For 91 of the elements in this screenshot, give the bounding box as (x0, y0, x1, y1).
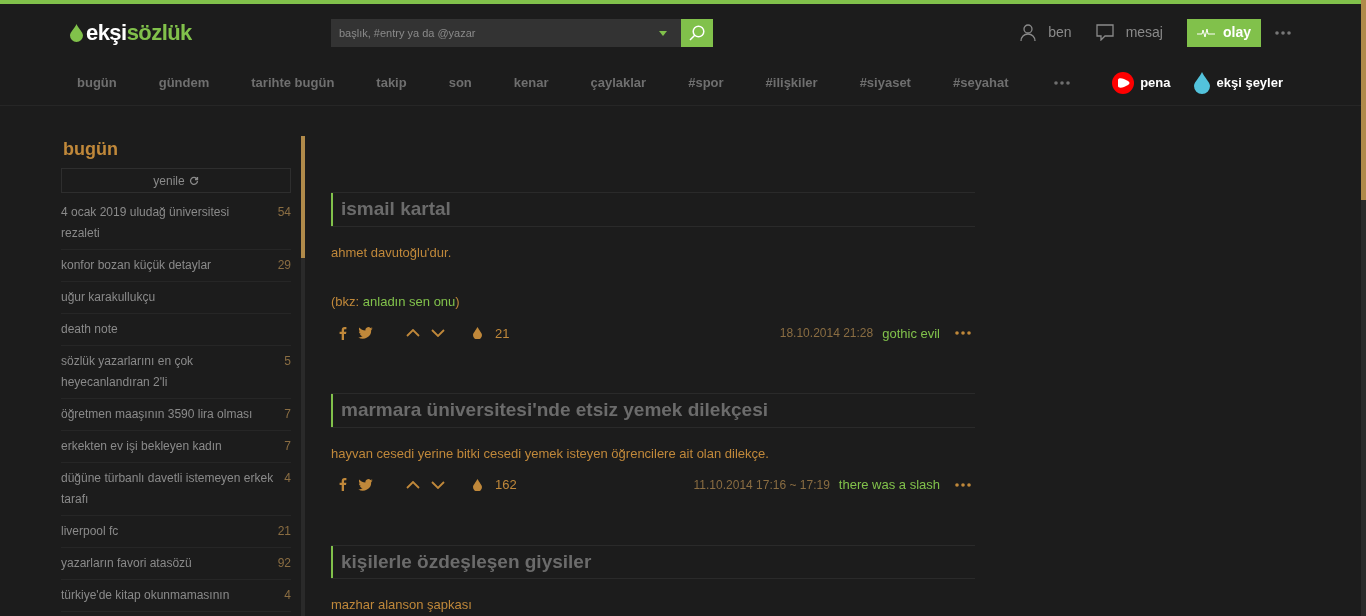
facebook-icon[interactable] (339, 326, 347, 340)
more-icon[interactable] (1053, 81, 1070, 86)
profile-link[interactable]: ben (1020, 22, 1072, 44)
down-chevron-icon[interactable] (431, 329, 445, 338)
topic-link[interactable]: öğretmen maaşının 3590 lira olması 7 (61, 399, 291, 431)
topic-title: erkekten ev işi bekleyen kadın (61, 438, 222, 455)
logo-text[interactable]: sözlük (126, 16, 192, 50)
author-link[interactable]: gothic evil (882, 323, 940, 343)
search-icon (689, 24, 705, 41)
entry-count: 7 (284, 406, 291, 423)
entry-count: 21 (277, 523, 291, 540)
entry-count: 92 (277, 555, 291, 572)
user-icon (1020, 23, 1037, 42)
refresh-icon (188, 175, 199, 186)
more-icon[interactable] (1275, 30, 1291, 35)
nav-tab[interactable]: #spor (688, 73, 724, 93)
reference-link[interactable]: anladın sen onu (362, 294, 456, 309)
logo-text[interactable]: ekşi (86, 16, 127, 50)
topic-title: sözlük yazarlarını en çok heyecanlandıran 2'li (61, 353, 195, 391)
search-button[interactable] (681, 18, 713, 47)
topic-link[interactable]: liverpool fc 21 (61, 516, 291, 548)
topic-title[interactable]: ismail kartal (331, 193, 975, 226)
topic-title: düğüne türbanlı davetli istemeyen erkek tarafı (61, 470, 275, 508)
entry-date[interactable]: 18.10.2014 21:28 (779, 324, 874, 343)
up-chevron-icon[interactable] (406, 329, 420, 338)
twitter-icon[interactable] (358, 478, 373, 491)
topic-title[interactable]: marmara üniversitesi'nde etsiz yemek dilekçesi (331, 394, 975, 427)
nav-tab[interactable]: çaylaklar (590, 73, 647, 93)
topic-link[interactable]: türkiye'de kitap okunmamasının 4 (61, 580, 291, 612)
scrollbar[interactable] (1361, 0, 1366, 616)
sidebar-title: bugün (62, 138, 119, 161)
more-icon[interactable] (955, 331, 971, 336)
favorite-count[interactable]: 162 (495, 475, 517, 495)
topic-title: death note (61, 321, 118, 338)
topic-link[interactable]: uğur karakullukçu (61, 282, 291, 314)
entry-count: 29 (277, 257, 291, 274)
seyler-link[interactable]: ekşi şeyler (1194, 72, 1283, 95)
entry-count: 4 (284, 587, 291, 604)
nav-tab[interactable]: takip (376, 73, 407, 93)
author-link[interactable]: there was a slash (838, 475, 940, 495)
pena-link[interactable]: pena (1112, 72, 1171, 95)
more-icon[interactable] (955, 482, 971, 487)
topic-title[interactable]: kişilerle özdeşleşen giysiler (331, 545, 975, 578)
topic-title: 4 ocak 2019 uludağ üniversitesi rezaleti (61, 204, 231, 242)
entry-text: mazhar alanson şapkası (331, 596, 473, 614)
topic-link[interactable]: konfor bozan küçük detaylar 29 (61, 250, 291, 282)
nav-tab[interactable]: #seyahat (952, 73, 1009, 93)
nav-tab[interactable]: son (448, 73, 472, 93)
topic-link[interactable]: yazarların favori atasözü 92 (61, 548, 291, 580)
nav-tab[interactable]: tarihte bugün (251, 73, 335, 93)
topic-link[interactable]: düğüne türbanlı davetli istemeyen erkek tarafı 4 (61, 463, 291, 516)
topic-link[interactable]: erkekten ev işi bekleyen kadın 7 (61, 431, 291, 463)
nav-tab[interactable]: kenar (513, 73, 549, 93)
down-chevron-icon[interactable] (431, 480, 445, 489)
topic-link[interactable]: sözlük yazarlarını en çok heyecanlandıran 2'li 5 (61, 346, 291, 399)
topic-title: türkiye'de kitap okunmamasının (61, 587, 230, 604)
entry-text: hayvan cesedi yerine bitki cesedi yemek isteyen öğrencilere ait olan dilekçe. (331, 444, 770, 463)
play-icon (1112, 72, 1135, 95)
message-link[interactable]: mesaj (1095, 22, 1163, 44)
entry-count: 5 (284, 353, 291, 370)
twitter-icon[interactable] (358, 327, 373, 340)
topic-title: konfor bozan küçük detaylar (61, 257, 212, 274)
drop-icon (70, 23, 83, 42)
drop-icon[interactable] (473, 478, 482, 491)
topic-title: yazarların favori atasözü (61, 555, 192, 572)
drop-icon (1194, 72, 1211, 95)
search-field[interactable]: başlık, #entry ya da @yazar (331, 18, 681, 47)
entry-count: 7 (284, 438, 291, 455)
topic-title: liverpool fc (61, 523, 119, 540)
entry-date[interactable]: 11.10.2014 17:16 ~ 17:19 (693, 475, 830, 494)
topic-title: uğur karakullukçu (61, 289, 156, 306)
nav-tab[interactable]: #siyaset (859, 73, 911, 93)
entry-count: 54 (277, 204, 291, 221)
topic-link[interactable]: 4 ocak 2019 uludağ üniversitesi rezaleti 54 (61, 197, 291, 250)
scrollbar[interactable] (301, 136, 305, 616)
nav-tab[interactable]: gündem (158, 73, 210, 93)
topic-link[interactable]: death note (61, 314, 291, 346)
topic-title: öğretmen maaşının 3590 lira olması (61, 406, 253, 423)
nav-tab[interactable]: bugün (77, 73, 117, 93)
drop-icon[interactable] (473, 327, 482, 340)
up-chevron-icon[interactable] (406, 480, 420, 489)
entry-text: (bkz: anladın sen onu) (331, 293, 461, 311)
caret-icon[interactable] (659, 30, 667, 36)
pulse-icon (1197, 27, 1215, 38)
entry-text: ahmet davutoğlu'dur. (331, 243, 453, 262)
nav-tab[interactable]: #ilişkiler (765, 73, 818, 93)
entry-count: 4 (284, 470, 291, 487)
facebook-icon[interactable] (339, 478, 347, 492)
speech-bubble-icon (1095, 24, 1114, 42)
refresh-button[interactable]: yenile (61, 168, 291, 193)
favorite-count[interactable]: 21 (495, 323, 510, 343)
